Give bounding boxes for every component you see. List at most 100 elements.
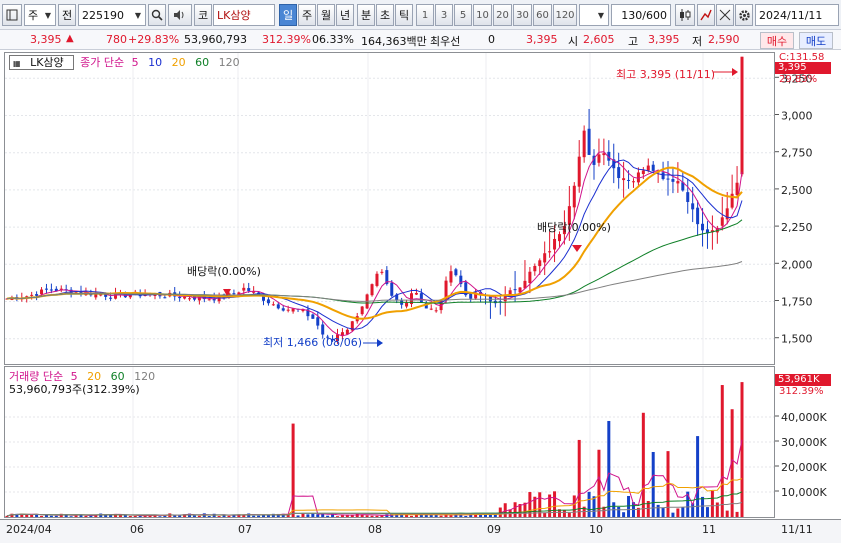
period-day-button[interactable]: 일 bbox=[279, 4, 297, 26]
candle-body bbox=[232, 293, 236, 295]
trend-line-icon bbox=[700, 9, 712, 21]
volume-chart-pane[interactable]: 거래량 단순 5 20 60 120 53,960,793주(312.39%) bbox=[4, 366, 775, 518]
candle-body bbox=[266, 299, 270, 304]
price-tag-value: 3,395 bbox=[778, 62, 807, 73]
volume-bar bbox=[306, 514, 310, 517]
candle-body bbox=[631, 181, 635, 183]
interval-5-button[interactable]: 5 bbox=[454, 4, 472, 26]
candlestick-icon bbox=[680, 9, 691, 21]
period-month-button[interactable]: 월 bbox=[317, 4, 335, 26]
volume-bar bbox=[336, 516, 340, 517]
volume-bar bbox=[696, 436, 700, 517]
candle-body bbox=[188, 298, 192, 300]
volume-bar bbox=[617, 506, 621, 517]
count-value: 130/600 bbox=[621, 8, 667, 22]
candle-body bbox=[247, 288, 251, 291]
candle-body bbox=[676, 181, 680, 184]
price-legend: ▦ LK삼양 종가 단순 5 10 20 60 120 bbox=[9, 54, 246, 70]
stock-code-input[interactable]: 225190 ▼ bbox=[78, 4, 146, 26]
volume-bar bbox=[296, 515, 300, 517]
volume-bar bbox=[158, 516, 162, 517]
volume-bar bbox=[192, 515, 196, 517]
up-arrow-icon: ▲ bbox=[66, 33, 74, 44]
candle-body bbox=[380, 271, 384, 273]
period-label: 월 bbox=[320, 9, 332, 22]
moving-average-line bbox=[6, 159, 743, 330]
interval-input[interactable]: ▼ bbox=[579, 4, 609, 26]
volume-bar bbox=[710, 491, 714, 517]
x-axis-label: 06 bbox=[130, 523, 144, 536]
trade-amount: 164,363백만 bbox=[361, 35, 427, 48]
count-field[interactable]: 130/600 bbox=[611, 4, 671, 26]
volume-bar bbox=[705, 507, 709, 517]
price-axis-ticks: 3,2503,0002,7502,5002,2502,0001,7501,500 bbox=[775, 72, 813, 346]
candle-body bbox=[627, 179, 631, 181]
candle-body bbox=[528, 271, 532, 283]
x-axis-label: 07 bbox=[238, 523, 252, 536]
candle-body bbox=[207, 299, 211, 301]
price-axis: 3,250 3,000 2,750 2,500 2,250 2,000 1,750 1,500… bbox=[775, 52, 841, 365]
volume-bar bbox=[627, 495, 631, 517]
x-axis-label: 10 bbox=[589, 523, 603, 536]
interval-1-button[interactable]: 1 bbox=[416, 4, 434, 26]
interval-120-button[interactable]: 120 bbox=[553, 4, 577, 26]
drawing-tool-button[interactable] bbox=[697, 4, 715, 26]
interval-60-button[interactable]: 60 bbox=[533, 4, 552, 26]
period-label: 일 bbox=[282, 9, 294, 22]
speaker-button[interactable] bbox=[168, 4, 192, 26]
volume-bar bbox=[681, 507, 685, 517]
candle-body bbox=[311, 314, 315, 319]
interval-label: 3 bbox=[440, 9, 448, 21]
market-select[interactable]: 주 ▼ bbox=[24, 4, 56, 26]
volume-bar bbox=[715, 502, 719, 517]
interval-3-button[interactable]: 3 bbox=[435, 4, 453, 26]
search-icon bbox=[151, 9, 163, 21]
price-tick-label: 1,500 bbox=[781, 333, 813, 346]
dividend-marker bbox=[572, 245, 582, 252]
volume-bar bbox=[69, 516, 73, 517]
settings-button[interactable] bbox=[735, 4, 753, 26]
candle-body bbox=[622, 178, 626, 181]
volume-bar bbox=[622, 512, 626, 517]
price-change-pct: +29.83% bbox=[128, 33, 180, 46]
volume-bar bbox=[340, 515, 344, 517]
candle-body bbox=[651, 164, 655, 171]
candle-body bbox=[281, 308, 285, 311]
candle-type-button[interactable] bbox=[675, 4, 695, 26]
interval-30-button[interactable]: 30 bbox=[513, 4, 532, 26]
period-week-button[interactable]: 주 bbox=[298, 4, 316, 26]
low-annotation-arrow bbox=[377, 339, 383, 347]
price-chart-pane[interactable]: ▦ LK삼양 종가 단순 5 10 20 60 120 최고 3,395 (11… bbox=[4, 52, 775, 365]
candle-body bbox=[183, 296, 187, 299]
period-tick-button[interactable]: 틱 bbox=[395, 4, 413, 26]
ma-20-label: 20 bbox=[171, 56, 186, 69]
volume-bar bbox=[257, 515, 261, 517]
candle-body bbox=[35, 294, 39, 296]
interval-10-button[interactable]: 10 bbox=[473, 4, 492, 26]
prev-button[interactable]: 전 bbox=[58, 4, 76, 26]
period-second-button[interactable]: 초 bbox=[376, 4, 394, 26]
compare-button[interactable] bbox=[716, 4, 734, 26]
period-year-button[interactable]: 년 bbox=[336, 4, 354, 26]
search-button[interactable] bbox=[148, 4, 166, 26]
sell-button[interactable]: 매도 bbox=[799, 32, 833, 49]
candle-body bbox=[286, 309, 290, 311]
candle-body bbox=[44, 288, 48, 290]
cross-icon bbox=[719, 9, 731, 21]
stock-name-field[interactable]: LK삼양 bbox=[213, 4, 275, 26]
buy-button[interactable]: 매수 bbox=[760, 32, 794, 49]
candle-body bbox=[178, 296, 182, 299]
date-field[interactable]: 2024/11/11 bbox=[755, 4, 839, 26]
candle-body bbox=[671, 179, 675, 182]
code-type-button[interactable]: 코 bbox=[194, 4, 212, 26]
chart-settings-icon[interactable] bbox=[2, 4, 22, 26]
chevron-down-icon: ▼ bbox=[44, 10, 52, 20]
candle-body bbox=[597, 154, 601, 163]
price-chart[interactable] bbox=[5, 53, 774, 364]
interval-20-button[interactable]: 20 bbox=[493, 4, 512, 26]
price-tick-label: 2,500 bbox=[781, 184, 813, 197]
candle-body bbox=[316, 317, 320, 326]
interval-label: 5 bbox=[459, 9, 467, 21]
volume-bar bbox=[577, 439, 581, 517]
period-minute-button[interactable]: 분 bbox=[357, 4, 375, 26]
